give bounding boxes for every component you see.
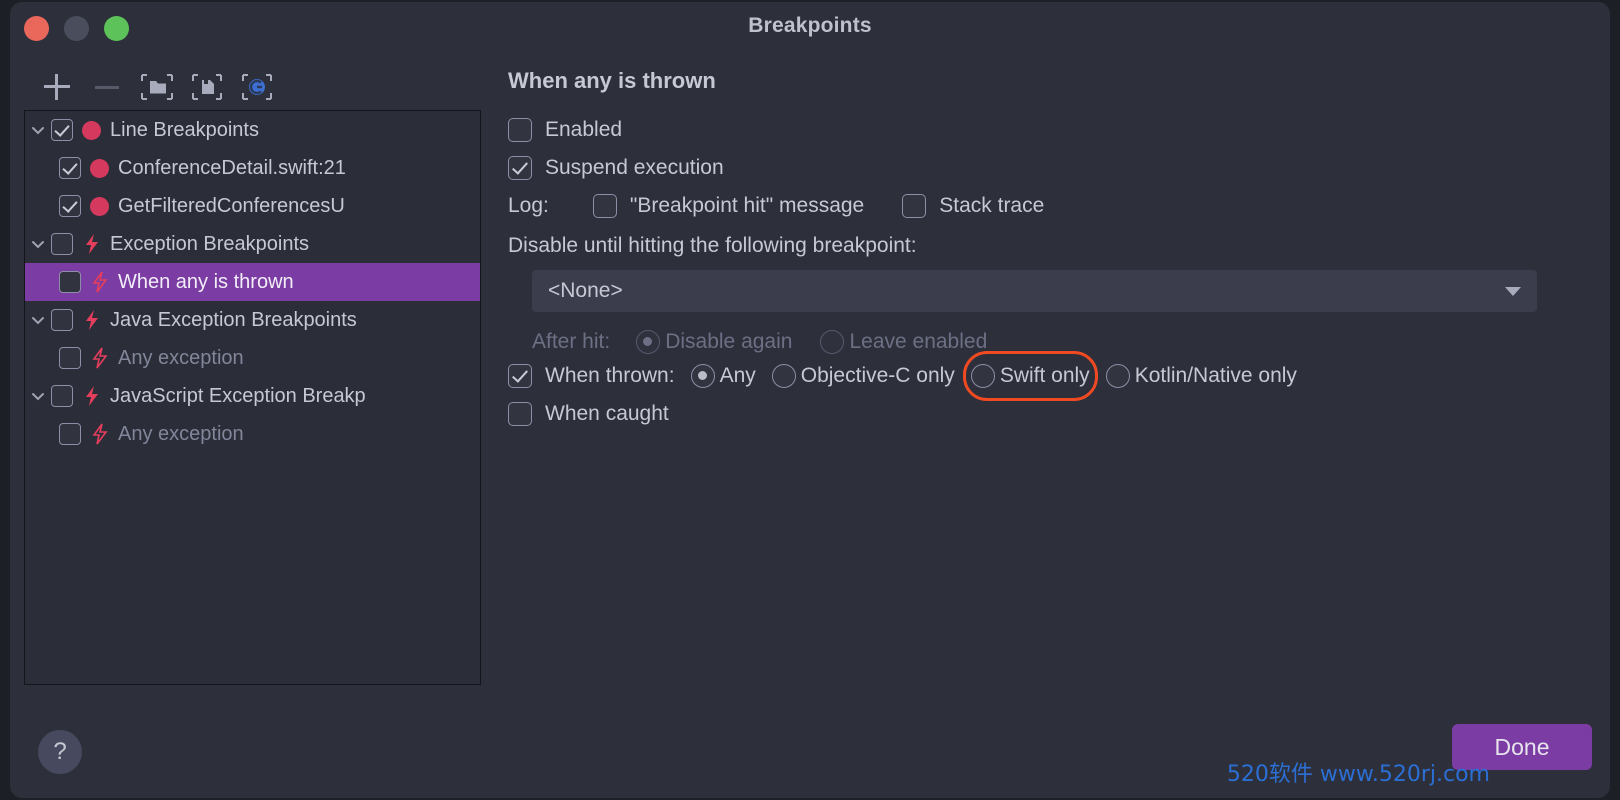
save-breakpoints-button[interactable]: [182, 66, 232, 108]
when-caught-checkbox[interactable]: [508, 402, 532, 426]
chevron-down-icon[interactable]: [25, 388, 51, 404]
circle-c-icon: [242, 74, 272, 100]
breakpoint-dot-icon: [82, 120, 101, 140]
when-thrown-checkbox[interactable]: [508, 364, 532, 388]
tree-row[interactable]: Line Breakpoints: [25, 111, 480, 149]
remove-breakpoint-button[interactable]: [82, 66, 132, 108]
tree-row-label: GetFilteredConferencesU: [118, 194, 345, 217]
tree-row-checkbox[interactable]: [59, 271, 81, 293]
suspend-row[interactable]: Suspend execution: [508, 156, 1592, 180]
tree-row-label: Line Breakpoints: [110, 118, 259, 141]
suspend-execution-label: Suspend execution: [545, 156, 724, 179]
title-bar: Breakpoints: [10, 2, 1610, 54]
when-thrown-kotlin-label: Kotlin/Native only: [1134, 364, 1297, 387]
tree-row[interactable]: Java Exception Breakpoints: [25, 301, 480, 339]
when-thrown-objc-label: Objective-C only: [800, 364, 955, 387]
enabled-row[interactable]: Enabled: [508, 118, 1592, 142]
tree-row-label: JavaScript Exception Breakp: [110, 384, 366, 407]
when-thrown-swift-label: Swift only: [999, 364, 1090, 387]
group-breakpoints-button[interactable]: [132, 66, 182, 108]
chevron-down-icon[interactable]: [25, 236, 51, 252]
log-message-checkbox[interactable]: [592, 194, 617, 218]
after-hit-leave-enabled-radio[interactable]: [820, 330, 845, 354]
after-hit-label: After hit:: [532, 330, 611, 353]
log-stacktrace-checkbox[interactable]: [902, 194, 927, 218]
exception-bolt-outline-icon: [90, 423, 110, 445]
breakpoints-dialog: Breakpoints Line Breakpoints ConferenceD…: [10, 2, 1610, 798]
detail-title: When any is thrown: [508, 68, 716, 93]
log-prefix-label: Log:: [508, 194, 549, 217]
when-caught-label: When caught: [545, 402, 669, 425]
disable-until-label: Disable until hitting the following brea…: [508, 234, 917, 257]
tree-row-label: Any exception: [118, 346, 244, 369]
log-stacktrace-label: Stack trace: [939, 194, 1045, 217]
when-thrown-objc-radio[interactable]: [771, 364, 796, 388]
mute-breakpoints-button[interactable]: [232, 66, 282, 108]
suspend-execution-checkbox[interactable]: [508, 156, 532, 180]
tree-row[interactable]: When any is thrown: [25, 263, 480, 301]
tree-row-label: When any is thrown: [118, 270, 294, 293]
when-thrown-swift-radio[interactable]: [970, 364, 995, 388]
plus-icon: [44, 74, 70, 100]
tree-row[interactable]: JavaScript Exception Breakp: [25, 377, 480, 415]
tree-row-checkbox[interactable]: [59, 423, 81, 445]
breakpoint-detail-pane: When any is thrown Enabled Suspend execu…: [508, 68, 1592, 440]
disable-until-value: <None>: [548, 279, 623, 302]
tree-row-checkbox[interactable]: [59, 157, 81, 179]
breakpoints-toolbar: [32, 66, 282, 108]
breakpoint-dot-icon: [90, 196, 109, 216]
save-icon: [192, 74, 222, 100]
tree-row-checkbox[interactable]: [51, 309, 73, 331]
watermark: 520软件 www.520rj.com: [1226, 762, 1490, 787]
disable-until-dropdown[interactable]: <None>: [532, 270, 1537, 312]
tree-row[interactable]: Any exception: [25, 339, 480, 377]
folder-icon: [141, 74, 173, 100]
log-message-label: "Breakpoint hit" message: [629, 194, 865, 217]
tree-row-checkbox[interactable]: [59, 347, 81, 369]
breakpoints-tree[interactable]: Line Breakpoints ConferenceDetail.swift:2…: [24, 110, 481, 685]
tree-row[interactable]: Exception Breakpoints: [25, 225, 480, 263]
exception-bolt-icon: [82, 309, 102, 331]
enabled-checkbox[interactable]: [508, 118, 532, 142]
log-row: Log: "Breakpoint hit" message Stack trac…: [508, 194, 1592, 218]
tree-row[interactable]: GetFilteredConferencesU: [25, 187, 480, 225]
breakpoint-dot-icon: [90, 158, 109, 178]
when-thrown-kotlin-radio[interactable]: [1105, 364, 1130, 388]
tree-row-checkbox[interactable]: [51, 385, 73, 407]
chevron-down-icon[interactable]: [25, 312, 51, 328]
add-breakpoint-button[interactable]: [32, 66, 82, 108]
when-thrown-label: When thrown:: [545, 364, 675, 387]
when-caught-row[interactable]: When caught: [508, 402, 1592, 426]
when-thrown-any-label: Any: [719, 364, 756, 387]
tree-row[interactable]: ConferenceDetail.swift:21: [25, 149, 480, 187]
tree-row-label: Exception Breakpoints: [110, 232, 310, 255]
tree-row-label: ConferenceDetail.swift:21: [118, 156, 346, 179]
exception-bolt-outline-icon: [90, 271, 110, 293]
window-title: Breakpoints: [748, 14, 872, 37]
when-thrown-row: When thrown: Any Objective-C only Swift …: [508, 351, 1592, 401]
exception-bolt-icon: [82, 233, 102, 255]
tree-row-checkbox[interactable]: [59, 195, 81, 217]
chevron-down-icon: [1505, 286, 1521, 296]
after-hit-leave-enabled-label: Leave enabled: [849, 330, 988, 353]
minus-icon: [95, 85, 119, 89]
tree-row-checkbox[interactable]: [51, 119, 73, 141]
tree-row-label: Java Exception Breakpoints: [110, 308, 357, 331]
enabled-label: Enabled: [545, 118, 623, 141]
exception-bolt-outline-icon: [90, 347, 110, 369]
tree-row-checkbox[interactable]: [51, 233, 73, 255]
exception-bolt-icon: [82, 385, 102, 407]
help-button[interactable]: ?: [38, 730, 82, 774]
after-hit-disable-again-label: Disable again: [665, 330, 793, 353]
when-thrown-any-radio[interactable]: [690, 364, 715, 388]
after-hit-row: After hit: Disable again Leave enabled: [532, 330, 1592, 354]
after-hit-disable-again-radio[interactable]: [636, 330, 661, 354]
tree-row-label: Any exception: [118, 422, 244, 445]
tree-row[interactable]: Any exception: [25, 415, 480, 453]
chevron-down-icon[interactable]: [25, 122, 51, 138]
